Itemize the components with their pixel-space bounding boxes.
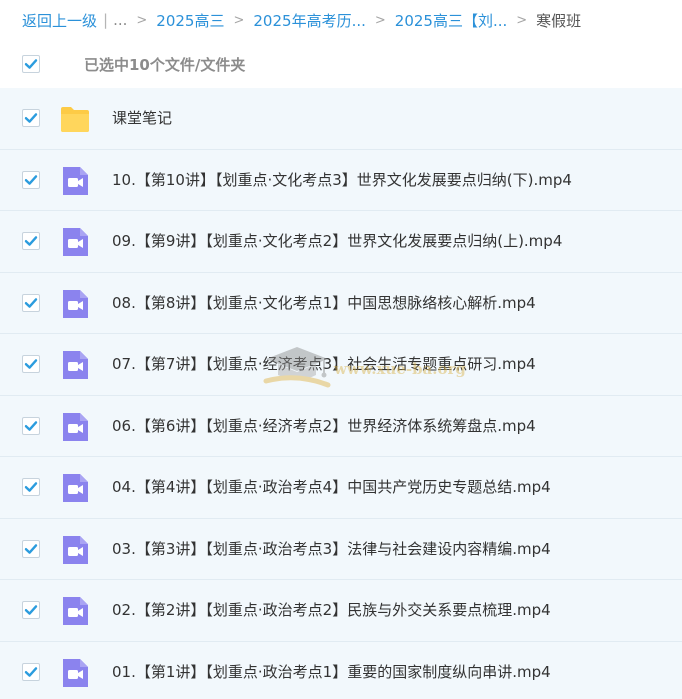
breadcrumb-item-history[interactable]: 2025年高考历...: [253, 10, 365, 31]
row-checkbox[interactable]: [22, 293, 40, 312]
video-file-icon: [63, 166, 88, 195]
video-file-icon: [59, 411, 91, 443]
breadcrumb-ellipsis[interactable]: ...: [113, 11, 127, 29]
file-name[interactable]: 03.【第3讲】【划重点·政治考点3】法律与社会建设内容精编.mp4: [112, 519, 551, 580]
selection-count-text: 已选中10个文件/文件夹: [84, 55, 246, 74]
video-file-icon: [59, 534, 91, 566]
selection-header: 已选中10个文件/文件夹: [0, 40, 682, 88]
video-file-icon: [63, 228, 88, 256]
check-icon: [24, 543, 38, 554]
file-row[interactable]: 02.【第2讲】【划重点·政治考点2】民族与外交关系要点梳理.mp4: [0, 580, 682, 642]
file-name[interactable]: 08.【第8讲】【划重点·文化考点1】中国思想脉络核心解析.mp4: [112, 273, 536, 334]
video-file-icon: [63, 474, 88, 502]
video-file-icon: [63, 412, 88, 441]
row-checkbox[interactable]: [22, 232, 40, 250]
video-file-icon: [63, 351, 88, 379]
video-file-icon: [59, 657, 91, 689]
breadcrumb: 返回上一级 | ... > 2025高三 > 2025年高考历... > 202…: [0, 0, 682, 40]
check-icon: [24, 59, 38, 69]
row-checkbox[interactable]: [22, 109, 40, 127]
file-list: 课堂笔记 10.【第10讲】【划重点·文化考点3】世界文化发展要点归纳(下).mp…: [0, 88, 682, 699]
row-checkbox[interactable]: [22, 601, 40, 619]
file-row[interactable]: 10.【第10讲】【划重点·文化考点3】世界文化发展要点归纳(下).mp4: [0, 149, 682, 211]
video-file-icon: [59, 595, 91, 627]
file-row[interactable]: 07.【第7讲】【划重点·经济考点3】社会生活专题重点研习.mp4: [0, 334, 682, 396]
check-icon: [24, 236, 38, 246]
chevron-right-icon: >: [136, 12, 148, 28]
row-checkbox[interactable]: [22, 416, 40, 435]
file-row[interactable]: 04.【第4讲】【划重点·政治考点4】中国共产党历史专题总结.mp4: [0, 457, 682, 519]
row-checkbox[interactable]: [22, 355, 40, 373]
row-checkbox[interactable]: [22, 539, 40, 558]
row-checkbox[interactable]: [22, 170, 40, 189]
file-name[interactable]: 02.【第2讲】【划重点·政治考点2】民族与外交关系要点梳理.mp4: [112, 580, 551, 641]
file-row[interactable]: 01.【第1讲】【划重点·政治考点1】重要的国家制度纵向串讲.mp4: [0, 641, 682, 699]
check-icon: [24, 666, 38, 677]
file-name[interactable]: 01.【第1讲】【划重点·政治考点1】重要的国家制度纵向串讲.mp4: [112, 642, 551, 699]
row-checkbox[interactable]: [22, 478, 40, 496]
video-file-icon: [59, 349, 91, 381]
file-row[interactable]: 03.【第3讲】【划重点·政治考点3】法律与社会建设内容精编.mp4: [0, 518, 682, 580]
breadcrumb-item-2025-senior[interactable]: 2025高三: [156, 10, 224, 31]
folder-icon: [59, 103, 91, 135]
breadcrumb-item-teacher[interactable]: 2025高三【刘...: [395, 10, 507, 31]
row-checkbox[interactable]: [22, 662, 40, 681]
file-name[interactable]: 10.【第10讲】【划重点·文化考点3】世界文化发展要点归纳(下).mp4: [112, 150, 572, 211]
file-name[interactable]: 课堂笔记: [112, 88, 172, 149]
breadcrumb-current: 寒假班: [536, 11, 582, 30]
video-file-icon: [59, 226, 91, 258]
video-file-icon: [63, 658, 88, 687]
select-all-checkbox[interactable]: [22, 55, 40, 73]
chevron-right-icon: >: [374, 12, 386, 28]
breadcrumb-separator: |: [103, 11, 109, 29]
video-file-icon: [59, 288, 91, 320]
video-file-icon: [59, 472, 91, 504]
back-link[interactable]: 返回上一级: [22, 10, 97, 31]
check-icon: [24, 174, 38, 185]
check-icon: [24, 113, 38, 123]
file-row[interactable]: 06.【第6讲】【划重点·经济考点2】世界经济体系统筹盘点.mp4: [0, 395, 682, 457]
check-icon: [24, 359, 38, 369]
file-name[interactable]: 04.【第4讲】【划重点·政治考点4】中国共产党历史专题总结.mp4: [112, 457, 551, 518]
video-file-icon: [59, 165, 91, 197]
file-name[interactable]: 06.【第6讲】【划重点·经济考点2】世界经济体系统筹盘点.mp4: [112, 396, 536, 457]
folder-row[interactable]: 课堂笔记: [0, 88, 682, 150]
file-row[interactable]: 09.【第9讲】【划重点·文化考点2】世界文化发展要点归纳(上).mp4: [0, 211, 682, 273]
check-icon: [24, 297, 38, 308]
video-file-icon: [63, 597, 88, 625]
check-icon: [24, 420, 38, 431]
file-browser: 返回上一级 | ... > 2025高三 > 2025年高考历... > 202…: [0, 0, 682, 699]
video-file-icon: [63, 535, 88, 564]
video-file-icon: [63, 289, 88, 318]
file-name[interactable]: 07.【第7讲】【划重点·经济考点3】社会生活专题重点研习.mp4: [112, 334, 536, 395]
chevron-right-icon: >: [233, 12, 245, 28]
folder-icon: [61, 107, 89, 132]
chevron-right-icon: >: [516, 12, 528, 28]
file-name[interactable]: 09.【第9讲】【划重点·文化考点2】世界文化发展要点归纳(上).mp4: [112, 211, 562, 272]
check-icon: [24, 605, 38, 615]
file-row[interactable]: 08.【第8讲】【划重点·文化考点1】中国思想脉络核心解析.mp4: [0, 272, 682, 334]
check-icon: [24, 482, 38, 492]
